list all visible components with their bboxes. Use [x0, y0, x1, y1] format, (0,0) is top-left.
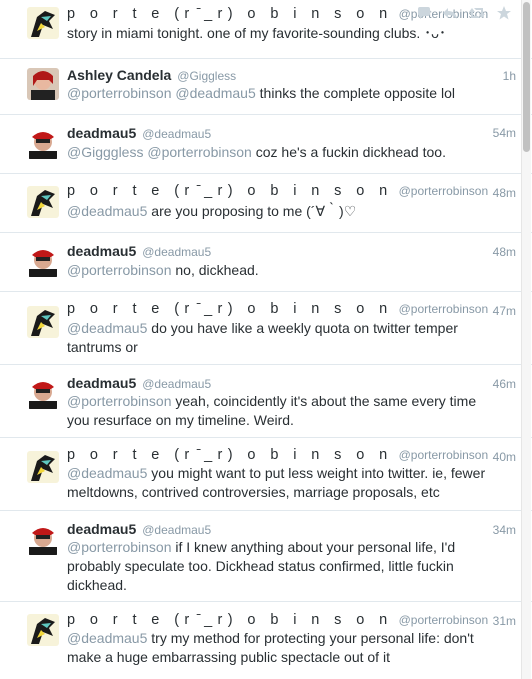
tweet-item[interactable]: deadmau5 @deadmau5 34m @porterrobinson if…: [0, 511, 532, 602]
porter-avatar[interactable]: [27, 7, 59, 39]
author-handle[interactable]: @porterrobinson: [399, 184, 489, 198]
tweet-mention[interactable]: @porterrobinson @deadmau5: [67, 85, 256, 101]
scrollbar[interactable]: [521, 0, 531, 679]
tweet-text: @porterrobinson @deadmau5 thinks the com…: [67, 85, 455, 101]
tweet-time[interactable]: 48m: [493, 245, 516, 259]
tweet-time[interactable]: 34m: [493, 523, 516, 537]
author-name[interactable]: deadmau5 @deadmau5: [67, 521, 211, 537]
author-name[interactable]: p o r t e (r ̄_r) o b i n s o n @porterro…: [67, 612, 488, 628]
tweet-item[interactable]: p o r t e (r ̄_r) o b i n s o n @porterro…: [0, 438, 532, 511]
author-name[interactable]: p o r t e (r ̄_r) o b i n s o n @porterro…: [67, 447, 488, 463]
porter-avatar[interactable]: [27, 186, 59, 218]
tweet-mention[interactable]: @porterrobinson: [67, 393, 172, 409]
tweet-time[interactable]: 1h: [503, 69, 516, 83]
tweet-time[interactable]: 48m: [493, 186, 516, 200]
reply-icon[interactable]: [416, 5, 432, 21]
tweet-item[interactable]: deadmau5 @deadmau5 54m @Gigggless @porter…: [0, 115, 532, 174]
tweet-text: @deadmau5 you might want to put less wei…: [67, 465, 486, 500]
tweet-text: @deadmau5 do you have like a weekly quot…: [67, 320, 458, 355]
author-handle[interactable]: @deadmau5: [142, 377, 211, 391]
deadmau5-avatar[interactable]: [27, 523, 59, 555]
deadmau5-avatar[interactable]: [27, 377, 59, 409]
author-name[interactable]: Ashley Candela @Giggless: [67, 67, 236, 83]
tweet-item[interactable]: deadmau5 @deadmau5 48m @porterrobinson no…: [0, 233, 532, 292]
author-name[interactable]: p o r t e (r ̄_r) o b i n s o n @porterro…: [67, 301, 488, 317]
tweet-time[interactable]: 46m: [493, 377, 516, 391]
tweet-text: @deadmau5 are you proposing to me (´∀｀)♡: [67, 203, 357, 219]
tweet-actions: [416, 5, 512, 21]
author-handle[interactable]: @deadmau5: [142, 245, 211, 259]
tweet-text: @Gigggless @porterrobinson coz he's a fu…: [67, 144, 446, 160]
tweet-time[interactable]: 31m: [493, 614, 516, 628]
tweet-item[interactable]: deadmau5 @deadmau5 46m @porterrobinson ye…: [0, 365, 532, 438]
author-handle[interactable]: @deadmau5: [142, 523, 211, 537]
author-handle[interactable]: @porterrobinson: [399, 613, 489, 627]
tweet-item[interactable]: Ashley Candela @Giggless 1h @porterrobins…: [0, 59, 532, 115]
author-handle[interactable]: @Giggless: [177, 69, 236, 83]
author-name[interactable]: deadmau5 @deadmau5: [67, 125, 211, 141]
tweet-item[interactable]: p o r t e (r ̄_r) o b i n s o n @porterro…: [0, 174, 532, 233]
tweet-text: @deadmau5 try my method for protecting y…: [67, 630, 474, 665]
tweet-text: @porterrobinson if I knew anything about…: [67, 539, 456, 593]
tweet-mention[interactable]: @deadmau5: [67, 630, 147, 646]
favorite-star-icon[interactable]: [496, 5, 512, 21]
deadmau5-avatar[interactable]: [27, 245, 59, 277]
tweet-item[interactable]: p o r t e (r ̄_r) o b i n s o n @porterro…: [0, 602, 532, 679]
tweet-timeline: p o r t e (r ̄_r) o b i n s o n @porterro…: [0, 0, 532, 679]
tweet-mention[interactable]: @porterrobinson: [67, 539, 172, 555]
deadmau5-avatar[interactable]: [27, 127, 59, 159]
author-handle[interactable]: @porterrobinson: [399, 302, 489, 316]
porter-avatar[interactable]: [27, 451, 59, 483]
tweet-time[interactable]: 54m: [493, 126, 516, 140]
author-name[interactable]: p o r t e (r ̄_r) o b i n s o n @porterro…: [67, 183, 488, 199]
scrollbar-thumb[interactable]: [523, 2, 530, 152]
tweet-mention[interactable]: @deadmau5: [67, 465, 147, 481]
tweet-text: story in miami tonight. one of my favori…: [67, 25, 446, 41]
porter-avatar[interactable]: [27, 306, 59, 338]
tweet-mention[interactable]: @Gigggless @porterrobinson: [67, 144, 252, 160]
tweet-item[interactable]: p o r t e (r ̄_r) o b i n s o n @porterro…: [0, 0, 532, 59]
tweet-item[interactable]: p o r t e (r ̄_r) o b i n s o n @porterro…: [0, 292, 532, 365]
porter-avatar[interactable]: [27, 614, 59, 646]
tweet-time[interactable]: 47m: [493, 304, 516, 318]
tweet-time[interactable]: 40m: [493, 450, 516, 464]
author-name[interactable]: deadmau5 @deadmau5: [67, 243, 211, 259]
ashley-avatar[interactable]: [27, 68, 59, 100]
tweet-mention[interactable]: @deadmau5: [67, 320, 147, 336]
tweet-text: @porterrobinson yeah, coincidently it's …: [67, 393, 477, 428]
tweet-text: @porterrobinson no, dickhead.: [67, 262, 259, 278]
tweet-mention[interactable]: @porterrobinson: [67, 262, 172, 278]
author-name[interactable]: deadmau5 @deadmau5: [67, 375, 211, 391]
author-handle[interactable]: @deadmau5: [142, 127, 211, 141]
undo-reply-icon[interactable]: [442, 5, 458, 21]
author-handle[interactable]: @porterrobinson: [399, 448, 489, 462]
tweet-mention[interactable]: @deadmau5: [67, 203, 147, 219]
retweet-icon[interactable]: [468, 5, 486, 21]
